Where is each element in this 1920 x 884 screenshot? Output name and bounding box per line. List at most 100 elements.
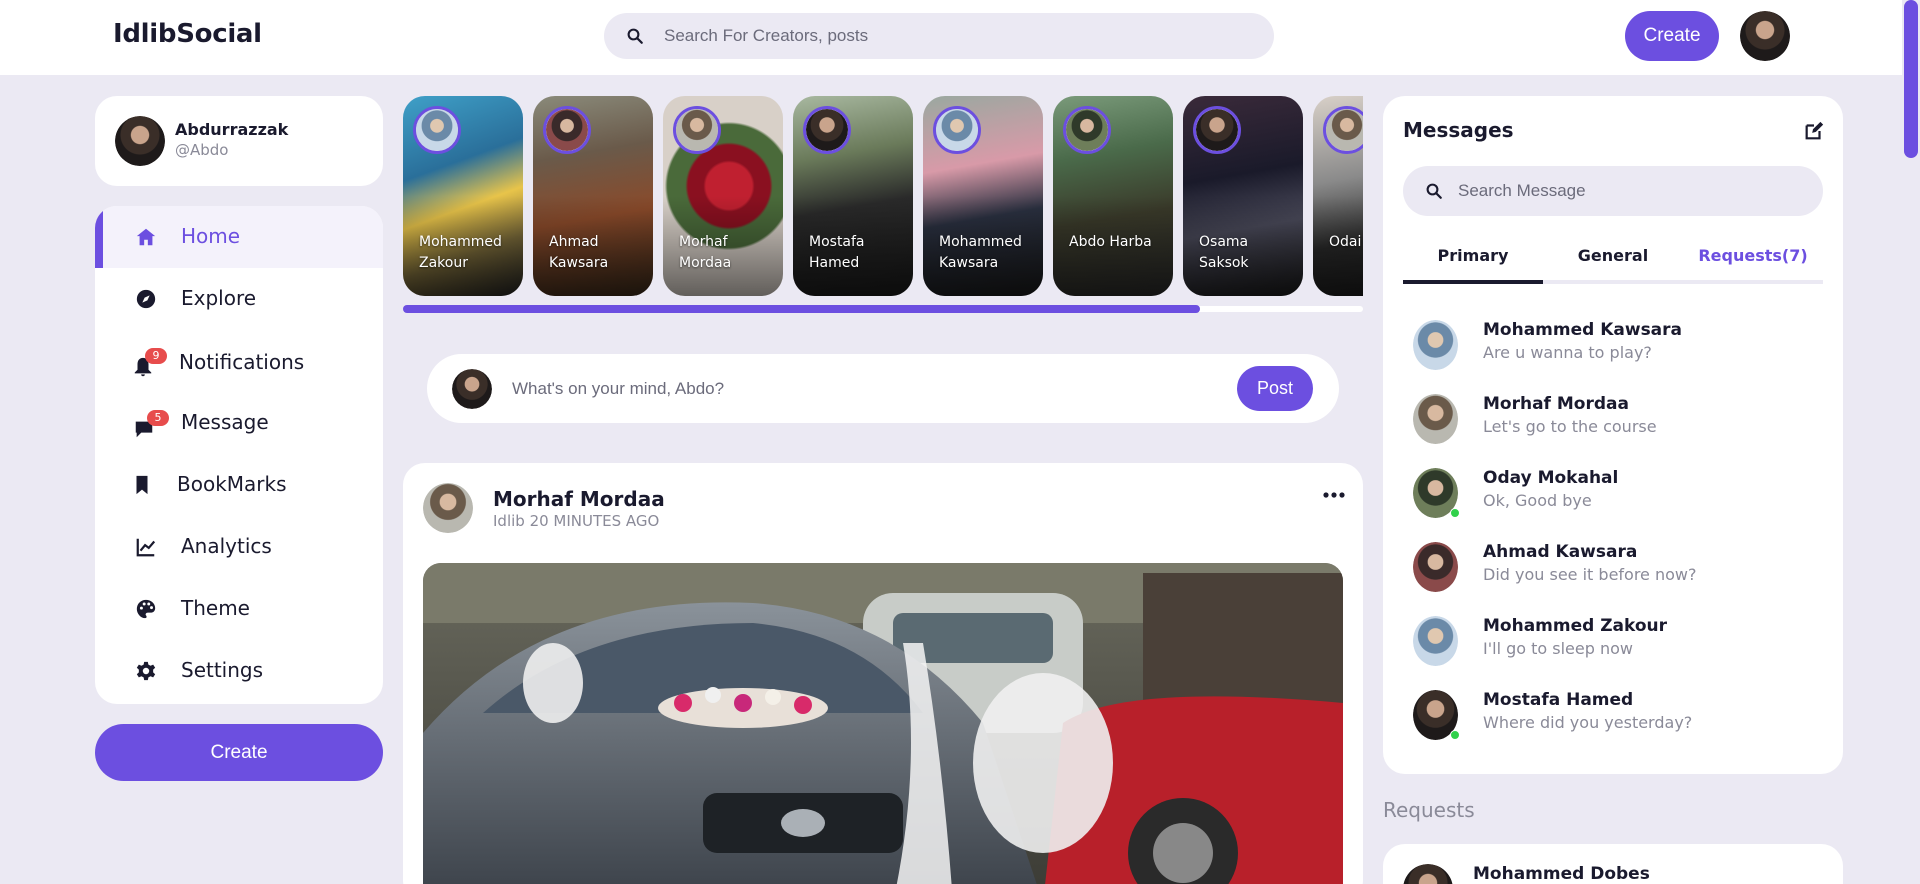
message-preview: Ok, Good bye <box>1483 491 1592 510</box>
request-card[interactable]: Mohammed Dobes <box>1383 844 1843 884</box>
search-icon <box>627 28 643 44</box>
tab-primary[interactable]: Primary <box>1403 232 1543 280</box>
page-scroll-thumb[interactable] <box>1904 0 1918 158</box>
post-meta: Idlib 20 MINUTES AGO <box>493 512 660 530</box>
post-composer: Post <box>427 354 1339 423</box>
edit-icon[interactable] <box>1803 120 1825 142</box>
chart-line-icon <box>136 538 156 557</box>
message-search-bar[interactable] <box>1403 166 1823 216</box>
profile-card[interactable]: Abdurrazzak @Abdo <box>95 96 383 186</box>
message-sender: Mohammed Zakour <box>1483 616 1668 636</box>
sidebar-item-analytics[interactable]: Analytics <box>95 516 383 578</box>
message-avatar <box>1413 542 1458 592</box>
sidebar-item-label: Message <box>181 410 269 434</box>
sidebar-item-label: Home <box>181 224 241 248</box>
app-logo[interactable]: IdlibSocial <box>113 19 262 49</box>
story-name: Osama Saksok <box>1199 234 1249 271</box>
gear-icon <box>136 661 156 681</box>
nav-create-button[interactable]: Create <box>1625 11 1719 61</box>
message-preview: I'll go to sleep now <box>1483 639 1633 658</box>
story-name: Odai Mok... <box>1329 234 1363 250</box>
top-navbar: IdlibSocial Create <box>0 0 1920 75</box>
message-preview: Are u wanna to play? <box>1483 343 1652 362</box>
feed-post: Morhaf Mordaa Idlib 20 MINUTES AGO <box>403 463 1363 884</box>
stories-scrollbar[interactable] <box>403 305 1363 313</box>
message-avatar <box>1413 394 1458 444</box>
messages-panel: Messages Primary General Requests(7) Moh… <box>1383 96 1843 774</box>
more-options-icon[interactable] <box>1321 487 1347 503</box>
message-item[interactable]: Morhaf Mordaa Let's go to the course <box>1413 390 1813 450</box>
message-item[interactable]: Ahmad Kawsara Did you see it before now? <box>1413 538 1813 598</box>
message-preview: Did you see it before now? <box>1483 565 1697 584</box>
tab-selected-indicator <box>1403 280 1543 284</box>
message-tabs: Primary General Requests(7) <box>1403 232 1823 284</box>
message-preview: Let's go to the course <box>1483 417 1657 436</box>
sidebar-item-explore[interactable]: Explore <box>95 268 383 330</box>
sidebar-menu: Home Explore 9 Notifications 5 Message B… <box>95 206 383 704</box>
stories-carousel: Mohammed Zakour Ahmad Kawsara Morhaf Mor… <box>403 96 1363 296</box>
story-name: Mostafa Hamed <box>809 234 865 271</box>
message-sender: Ahmad Kawsara <box>1483 542 1638 562</box>
story-name: Morhaf Mordaa <box>679 234 732 271</box>
post-input[interactable] <box>512 354 1232 423</box>
post-image-art <box>423 563 1343 884</box>
message-sender: Oday Mokahal <box>1483 468 1619 488</box>
sidebar-item-notifications[interactable]: 9 Notifications <box>95 330 383 392</box>
profile-handle: @Abdo <box>175 141 229 159</box>
message-sender: Mohammed Kawsara <box>1483 320 1683 340</box>
notification-count-badge: 9 <box>145 348 167 364</box>
home-icon <box>136 228 156 246</box>
post-author-avatar[interactable] <box>423 483 473 533</box>
story-card[interactable]: Odai Mok... <box>1313 96 1363 296</box>
story-card[interactable]: Mostafa Hamed <box>793 96 913 296</box>
sidebar-item-theme[interactable]: Theme <box>95 578 383 640</box>
story-avatar <box>1063 106 1111 154</box>
sidebar-item-label: BookMarks <box>177 472 287 496</box>
creator-search-input[interactable] <box>664 13 1254 59</box>
sidebar-create-button[interactable]: Create <box>95 724 383 781</box>
message-count-badge: 5 <box>147 410 169 426</box>
stories-scroll-thumb[interactable] <box>403 305 1200 313</box>
bookmark-icon <box>136 475 148 495</box>
request-name: Mohammed Dobes <box>1473 864 1650 884</box>
message-sender: Mostafa Hamed <box>1483 690 1634 710</box>
requests-title: Requests <box>1383 798 1475 822</box>
message-item[interactable]: Mohammed Zakour I'll go to sleep now <box>1413 612 1813 672</box>
user-avatar[interactable] <box>1740 11 1790 61</box>
story-name: Mohammed Kawsara <box>939 234 1022 271</box>
tab-requests[interactable]: Requests(7) <box>1683 232 1823 280</box>
message-item[interactable]: Oday Mokahal Ok, Good bye <box>1413 464 1813 524</box>
story-card[interactable]: Morhaf Mordaa <box>663 96 783 296</box>
message-item[interactable]: Mohammed Kawsara Are u wanna to play? <box>1413 316 1813 376</box>
sidebar-item-home[interactable]: Home <box>95 206 383 268</box>
story-card[interactable]: Mohammed Zakour <box>403 96 523 296</box>
post-author-name[interactable]: Morhaf Mordaa <box>493 487 665 511</box>
post-button[interactable]: Post <box>1237 366 1313 411</box>
story-avatar <box>673 106 721 154</box>
message-avatar <box>1413 320 1458 370</box>
message-item[interactable]: Mostafa Hamed Where did you yesterday? <box>1413 686 1813 746</box>
profile-name: Abdurrazzak <box>175 120 289 139</box>
sidebar-item-bookmarks[interactable]: BookMarks <box>95 454 383 516</box>
story-avatar <box>803 106 851 154</box>
story-card[interactable]: Osama Saksok <box>1183 96 1303 296</box>
story-card[interactable]: Ahmad Kawsara <box>533 96 653 296</box>
story-card[interactable]: Abdo Harba <box>1053 96 1173 296</box>
story-avatar <box>1323 106 1363 154</box>
story-name: Mohammed Zakour <box>419 234 502 271</box>
sidebar-item-label: Explore <box>181 286 257 310</box>
story-card[interactable]: Mohammed Kawsara <box>923 96 1043 296</box>
request-avatar <box>1403 864 1453 884</box>
sidebar-item-settings[interactable]: Settings <box>95 640 383 702</box>
sidebar-item-label: Settings <box>181 658 264 682</box>
message-avatar <box>1413 616 1458 666</box>
story-avatar <box>413 106 461 154</box>
avatar-image <box>1740 11 1790 61</box>
sidebar-item-label: Notifications <box>179 350 305 374</box>
message-search-input[interactable] <box>1458 166 1808 216</box>
sidebar-item-message[interactable]: 5 Message <box>95 392 383 454</box>
creator-search-bar[interactable] <box>604 13 1274 59</box>
tab-general[interactable]: General <box>1543 232 1683 280</box>
story-name: Abdo Harba <box>1069 234 1152 250</box>
post-image[interactable] <box>423 563 1343 884</box>
